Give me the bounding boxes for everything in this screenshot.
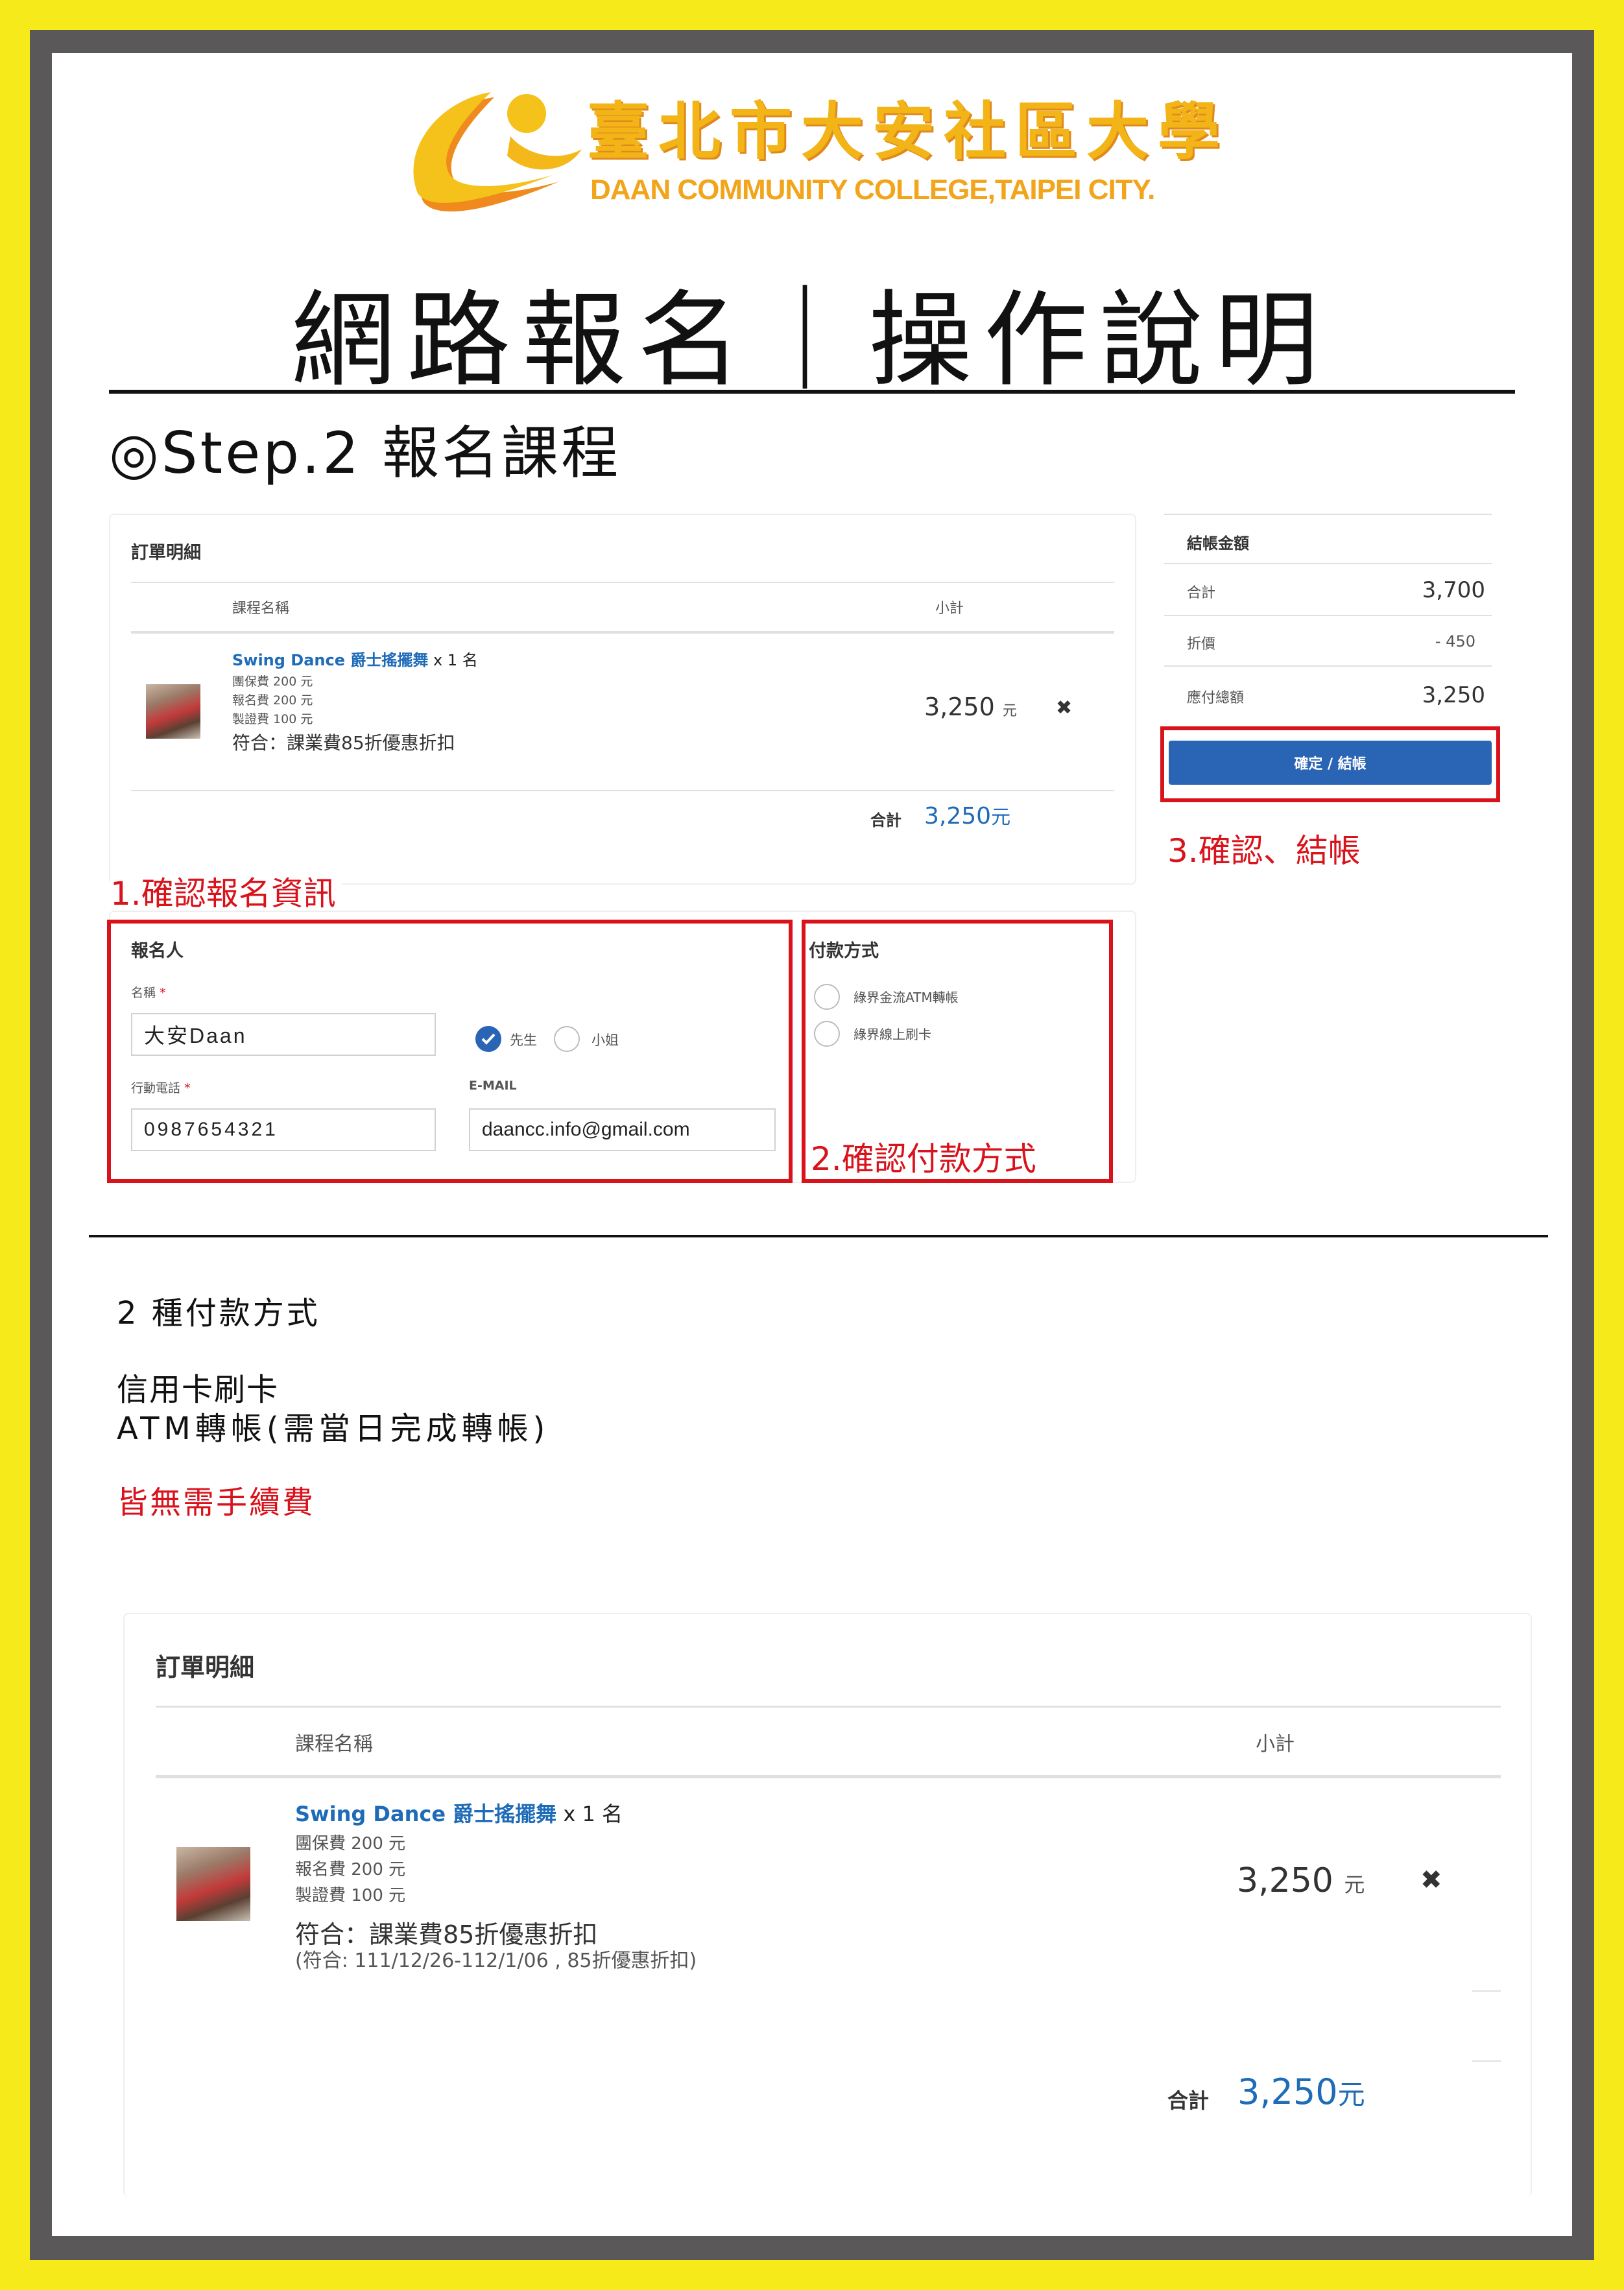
payment-count-note: 2 種付款方式 bbox=[117, 1295, 320, 1331]
gender-label-mr: 先生 bbox=[510, 1032, 537, 1048]
col-course-header: 課程名稱 bbox=[232, 601, 290, 617]
fee-item: 製證費 100 元 bbox=[232, 712, 313, 726]
brand-name-cn: 臺北市大安社區大學 bbox=[587, 95, 1229, 168]
payment-option-atm: 綠界金流ATM轉帳 bbox=[854, 990, 959, 1005]
fee-item: 團保費 200 元 bbox=[295, 1834, 406, 1854]
divider bbox=[131, 790, 1114, 791]
remove-item-icon[interactable]: ✖ bbox=[1056, 697, 1072, 719]
payment-option-card: 綠界線上刷卡 bbox=[854, 1027, 931, 1042]
col-subtotal-header: 小計 bbox=[1256, 1733, 1295, 1756]
phone-input[interactable]: 0987654321 bbox=[131, 1108, 436, 1151]
fee-item: 報名費 200 元 bbox=[232, 693, 313, 708]
page-title: 網路報名｜操作說明 bbox=[291, 280, 1330, 401]
checkout-row-value: 3,700 bbox=[1422, 577, 1485, 603]
course-name-link[interactable]: Swing Dance 爵士搖擺舞 bbox=[295, 1802, 556, 1826]
gender-radio-mr[interactable] bbox=[475, 1026, 501, 1052]
brand-name-en: DAAN COMMUNITY COLLEGE,TAIPEI CITY. bbox=[590, 174, 1155, 206]
divider bbox=[1164, 514, 1492, 515]
confirm-checkout-button[interactable]: 確定 / 結帳 bbox=[1169, 741, 1492, 785]
course-line: Swing Dance 爵士搖擺舞 x 1 名 bbox=[295, 1798, 623, 1828]
checkout-row-value: 3,250 bbox=[1422, 682, 1485, 708]
item-price: 3,250 元 bbox=[1237, 1861, 1365, 1900]
fee-item: 團保費 200 元 bbox=[232, 674, 313, 689]
discount-note: 符合：課業費85折優惠折扣 bbox=[232, 732, 455, 754]
total-value: 3,250元 bbox=[1237, 2071, 1365, 2112]
gender-radio-ms[interactable] bbox=[554, 1026, 580, 1052]
name-label: 名稱 * bbox=[131, 986, 166, 1000]
email-label: E-MAIL bbox=[469, 1079, 517, 1093]
gender-label-ms: 小姐 bbox=[591, 1032, 619, 1048]
checkout-row-label: 應付總額 bbox=[1187, 690, 1245, 706]
annotation-step2: 2.確認付款方式 bbox=[811, 1140, 1036, 1178]
divider bbox=[1472, 2060, 1501, 2062]
annotation-step3: 3.確認、結帳 bbox=[1167, 832, 1361, 870]
col-course-header: 課程名稱 bbox=[295, 1733, 373, 1756]
divider bbox=[131, 582, 1114, 583]
title-divider bbox=[109, 390, 1515, 394]
fee-item: 報名費 200 元 bbox=[295, 1860, 406, 1879]
divider bbox=[1164, 665, 1492, 667]
divider bbox=[1164, 563, 1492, 564]
col-subtotal-header: 小計 bbox=[935, 601, 964, 617]
course-thumbnail bbox=[146, 684, 200, 739]
divider bbox=[1164, 615, 1492, 616]
checkout-row-label: 合計 bbox=[1187, 585, 1216, 601]
payment-radio-atm[interactable] bbox=[814, 984, 840, 1010]
course-thumbnail bbox=[176, 1847, 250, 1921]
check-icon bbox=[481, 1033, 496, 1045]
payment-radio-card[interactable] bbox=[814, 1021, 840, 1047]
total-value: 3,250元 bbox=[924, 803, 1011, 829]
total-label: 合計 bbox=[870, 811, 902, 829]
divider bbox=[1472, 1990, 1501, 1992]
checkout-heading: 結帳金額 bbox=[1187, 534, 1249, 553]
checkout-row-value: - 450 bbox=[1435, 632, 1475, 650]
name-input[interactable]: 大安Daan bbox=[131, 1013, 436, 1056]
logo-icon bbox=[413, 92, 582, 212]
email-input[interactable]: daancc.info@gmail.com bbox=[469, 1108, 776, 1151]
section-divider bbox=[89, 1235, 1548, 1237]
fee-item: 製證費 100 元 bbox=[295, 1886, 406, 1905]
no-fee-note: 皆無需手續費 bbox=[117, 1485, 316, 1521]
remove-item-icon[interactable]: ✖ bbox=[1420, 1865, 1442, 1895]
checkout-row-label: 折價 bbox=[1187, 636, 1216, 652]
discount-period: (符合: 111/12/26-112/1/06 , 85折優惠折扣) bbox=[295, 1950, 697, 1972]
registrant-heading: 報名人 bbox=[131, 941, 184, 961]
course-qty: x 1 名 bbox=[433, 651, 478, 669]
course-line: Swing Dance 爵士搖擺舞 x 1 名 bbox=[232, 647, 478, 670]
divider bbox=[156, 1706, 1501, 1708]
step-title: ◎Step.2 報名課程 bbox=[109, 420, 621, 486]
order-heading: 訂單明細 bbox=[156, 1653, 255, 1682]
item-price: 3,250 元 bbox=[924, 693, 1017, 721]
phone-label: 行動電話 * bbox=[131, 1081, 191, 1095]
course-qty: x 1 名 bbox=[563, 1802, 623, 1826]
payment-heading: 付款方式 bbox=[809, 941, 879, 961]
course-name-link[interactable]: Swing Dance 爵士搖擺舞 bbox=[232, 651, 428, 669]
divider bbox=[131, 631, 1114, 634]
divider bbox=[156, 1775, 1501, 1778]
annotation-step1: 1.確認報名資訊 bbox=[110, 868, 342, 914]
order-heading: 訂單明細 bbox=[131, 543, 201, 563]
payment-method-atm: ATM轉帳(需當日完成轉帳) bbox=[117, 1411, 550, 1447]
total-label: 合計 bbox=[1167, 2088, 1210, 2113]
